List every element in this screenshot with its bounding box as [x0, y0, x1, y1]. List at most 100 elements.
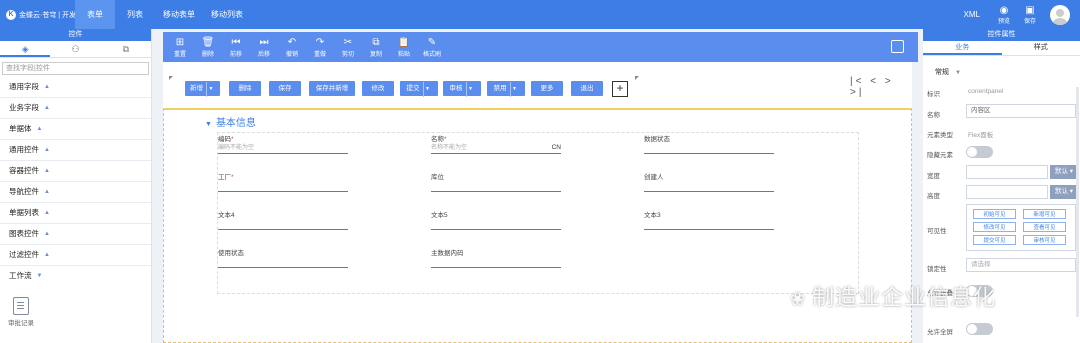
undo-tool[interactable]: ↶ 撤销 — [281, 32, 303, 62]
master-code-input[interactable] — [431, 257, 561, 268]
name-prop-input[interactable]: 内容区 — [966, 104, 1076, 118]
preview-button[interactable]: ◉ 预览 — [998, 5, 1010, 25]
creator-input[interactable] — [644, 181, 774, 192]
nav-mobile-list[interactable]: 移动列表 — [203, 0, 251, 29]
delete-button[interactable]: 删除 — [229, 81, 261, 96]
reset-tool[interactable]: ⊞ 重置 — [169, 32, 191, 62]
audit-button[interactable]: 审核 ▼ — [443, 81, 481, 97]
height-unit-select[interactable]: 默认 ▾ — [1050, 185, 1078, 199]
chevron-down-icon[interactable]: ▼ — [465, 82, 475, 97]
visible-submit-option[interactable]: 提交可见 — [973, 235, 1016, 245]
field-creator[interactable]: 创建人 — [644, 171, 774, 192]
new-button[interactable]: 新增 ▼ — [185, 81, 220, 97]
chevron-down-icon[interactable]: ▼ — [509, 82, 519, 97]
section-header[interactable]: ▼ 基本信息 — [205, 114, 256, 129]
properties-scrollbar[interactable] — [1076, 87, 1079, 317]
field-status[interactable]: 数据状态 — [644, 133, 774, 154]
category-entry[interactable]: 单据体 ▲ — [0, 119, 151, 140]
add-button[interactable]: + — [612, 81, 628, 97]
move-backward-tool[interactable]: ⏭ 后移 — [253, 32, 275, 62]
chevron-down-icon[interactable]: ▼ — [206, 82, 215, 97]
language-suffix[interactable]: CN — [552, 143, 561, 153]
text4-input[interactable] — [218, 219, 348, 230]
category-filter-controls[interactable]: 过滤控件 ▲ — [0, 245, 151, 266]
factory-input[interactable] — [218, 181, 348, 192]
text5-input[interactable] — [431, 219, 561, 230]
record-pager[interactable]: |< < > >| — [850, 76, 912, 98]
field-label: 主数据内码 — [431, 250, 464, 257]
form-button-bar: 新增 ▼ 删除 保存 保存并新增 修改 提交 ▼ 审核 ▼ 禁用 ▼ 更多 退出 + — [163, 74, 912, 100]
status-input[interactable] — [644, 143, 774, 154]
paste-tool[interactable]: 📋 粘贴 — [393, 32, 415, 62]
exit-button[interactable]: 退出 — [571, 81, 603, 96]
redo-tool[interactable]: ↷ 重做 — [309, 32, 331, 62]
location-input[interactable] — [431, 181, 561, 192]
visible-view-option[interactable]: 查看可见 — [1023, 222, 1066, 232]
category-workflow[interactable]: 工作流 ▼ — [0, 266, 151, 286]
chevron-down-icon[interactable]: ▼ — [422, 82, 432, 97]
tab-business[interactable]: 业务 — [923, 41, 1002, 55]
tool-label: 重置 — [173, 51, 186, 58]
fullscreen-toggle[interactable] — [966, 323, 993, 335]
height-input[interactable] — [966, 185, 1048, 199]
visible-audit-option[interactable]: 审核可见 — [1023, 235, 1066, 245]
width-input[interactable] — [966, 165, 1048, 179]
cut-tool[interactable]: ✂ 剪切 — [337, 32, 359, 62]
enable-status-input[interactable] — [218, 257, 348, 268]
save-button[interactable]: ▣ 保存 — [1024, 5, 1036, 25]
delete-tool[interactable]: 🗑 删除 — [197, 32, 219, 62]
category-common-controls[interactable]: 通用控件 ▲ — [0, 140, 151, 161]
general-group-header[interactable]: 常规 ▼ — [935, 67, 961, 77]
nav-mobile-form[interactable]: 移动表单 — [155, 0, 203, 29]
visible-new-option[interactable]: 新增可见 — [1023, 209, 1066, 219]
modify-button[interactable]: 修改 — [362, 81, 394, 96]
text3-input[interactable] — [644, 219, 774, 230]
category-label: 单据列表 — [9, 208, 39, 217]
skip-back-icon: ⏮ — [231, 36, 241, 48]
field-label: 工厂* — [218, 174, 234, 181]
format-brush-tool[interactable]: ✎ 格式刷 — [421, 32, 443, 62]
width-unit-select[interactable]: 默认 ▾ — [1050, 165, 1078, 179]
visible-init-option[interactable]: 初始可见 — [973, 209, 1016, 219]
field-label: 创建人 — [644, 174, 664, 181]
tool-label: 删除 — [201, 51, 214, 58]
hidden-toggle[interactable] — [966, 146, 993, 158]
field-master-code[interactable]: 主数据内码 — [431, 247, 561, 268]
field-code[interactable]: 编码* 编码不能为空 — [218, 133, 348, 154]
disable-button[interactable]: 禁用 ▼ — [487, 81, 525, 97]
field-text5[interactable]: 文本5 — [431, 209, 561, 230]
submit-button[interactable]: 提交 ▼ — [400, 81, 438, 97]
save-and-new-button[interactable]: 保存并新增 — [309, 81, 355, 96]
fullscreen-icon[interactable] — [891, 40, 904, 53]
field-text4[interactable]: 文本4 — [218, 209, 348, 230]
category-chart-controls[interactable]: 图表控件 ▲ — [0, 224, 151, 245]
approval-record-control[interactable]: 审批记录 — [8, 297, 34, 327]
tab-style[interactable]: 样式 — [1002, 41, 1080, 55]
save-form-button[interactable]: 保存 — [269, 81, 301, 96]
xml-button[interactable]: XML — [964, 10, 980, 19]
field-text3[interactable]: 文本3 — [644, 209, 774, 230]
nav-form[interactable]: 表单 — [75, 0, 115, 29]
field-enable-status[interactable]: 使用状态 — [218, 247, 348, 268]
tree-tab-icon[interactable]: ⚇ — [50, 41, 100, 57]
lock-select[interactable]: 请选择 — [966, 258, 1076, 272]
field-name[interactable]: 名称* 名称不能为空 CN — [431, 133, 561, 154]
component-tab-icon[interactable]: ⧉ — [101, 41, 151, 57]
category-business-fields[interactable]: 业务字段 ▲ — [0, 98, 151, 119]
category-bill-list[interactable]: 单据列表 ▲ — [0, 203, 151, 224]
visible-edit-option[interactable]: 修改可见 — [973, 222, 1016, 232]
field-location[interactable]: 库位 — [431, 171, 561, 192]
name-input[interactable]: 名称不能为空 CN — [431, 143, 561, 154]
more-button[interactable]: 更多 — [531, 81, 563, 96]
nav-list[interactable]: 列表 — [115, 0, 155, 29]
category-nav-controls[interactable]: 导航控件 ▲ — [0, 182, 151, 203]
copy-tool[interactable]: ⧉ 复制 — [365, 32, 387, 62]
control-search-input[interactable]: 查找字段|控件 — [2, 62, 149, 75]
category-common-fields[interactable]: 通用字段 ▲ — [0, 77, 151, 98]
layers-tab-icon[interactable]: ◈ — [0, 41, 51, 57]
category-container-controls[interactable]: 容器控件 ▲ — [0, 161, 151, 182]
code-input[interactable]: 编码不能为空 — [218, 143, 348, 154]
avatar[interactable] — [1050, 4, 1070, 25]
move-forward-tool[interactable]: ⏮ 前移 — [225, 32, 247, 62]
field-factory[interactable]: 工厂* — [218, 171, 348, 192]
